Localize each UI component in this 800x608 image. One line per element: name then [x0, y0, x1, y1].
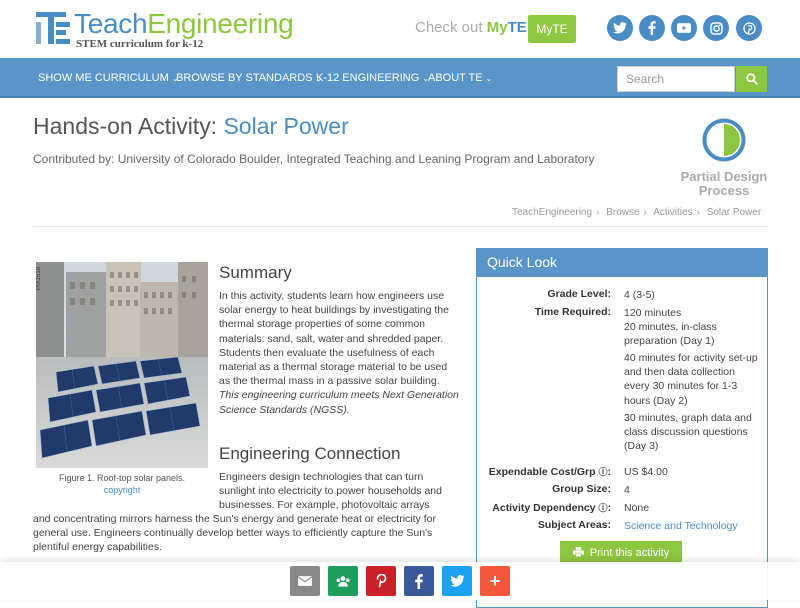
- facebook-share-icon[interactable]: [404, 566, 434, 596]
- figure-caption: Figure 1. Roof-top solar panels.: [58, 473, 186, 483]
- main-navigation: SHOW ME CURRICULUM ⌄ BROWSE BY STANDARDS ⌄…: [0, 58, 800, 98]
- logo-title: TeachEngineering: [74, 8, 294, 39]
- time-required-value-4: 30 minutes, graph data and class discuss…: [624, 412, 752, 453]
- breadcrumb-browse[interactable]: Browse: [606, 207, 639, 218]
- facebook-icon[interactable]: [639, 15, 665, 41]
- breadcrumb-teachengineering[interactable]: TeachEngineering: [512, 207, 592, 218]
- logo-subtitle: STEM curriculum for k-12: [76, 38, 204, 50]
- search-input[interactable]: [617, 66, 735, 92]
- engineering-connection-heading: Engineering Connection: [219, 444, 401, 463]
- twitter-icon[interactable]: [607, 15, 633, 41]
- myte-button[interactable]: MyTE: [528, 15, 576, 43]
- nav-about-te[interactable]: ABOUT TE ⌄: [428, 72, 492, 84]
- nav-k12-engineering[interactable]: K-12 ENGINEERING ⌄: [316, 72, 429, 84]
- breadcrumb-activities[interactable]: Activities: [653, 207, 692, 218]
- nav-browse-by-standards[interactable]: BROWSE BY STANDARDS ⌄: [176, 72, 322, 84]
- time-required-value-2: 20 minutes, in-class preparation (Day 1): [624, 321, 717, 348]
- quick-look-heading: Quick Look: [476, 248, 768, 277]
- page-title: Hands-on Activity: Solar Power: [33, 113, 349, 139]
- more-share-icon[interactable]: +: [480, 566, 510, 596]
- expendable-cost-value: US $4.00: [624, 466, 668, 478]
- info-icon[interactable]: ⓘ: [598, 467, 607, 477]
- site-header: TeachEngineering STEM curriculum for k-1…: [0, 0, 800, 58]
- summary-text: In this activity, students learn how eng…: [219, 289, 459, 417]
- pinterest-icon[interactable]: [736, 15, 762, 41]
- checkout-myte-text: Check out MyTE: [415, 19, 527, 36]
- nav-show-me-curriculum[interactable]: SHOW ME CURRICULUM ⌄: [38, 72, 178, 84]
- contributed-by: Contributed by: University of Colorado B…: [33, 152, 595, 166]
- engineering-text-part2: and concentrating mirrors harness the Su…: [33, 513, 436, 554]
- instagram-icon[interactable]: [703, 15, 729, 41]
- twitter-share-icon[interactable]: [442, 566, 472, 596]
- pinterest-share-icon[interactable]: [366, 566, 396, 596]
- summary-heading: Summary: [219, 263, 292, 282]
- group-size-label: Group Size:: [552, 483, 611, 495]
- design-process-label: Partial Design Process: [680, 169, 768, 198]
- rooftop-solar-panels-image: PIX1518: [36, 262, 208, 468]
- grade-level-label: Grade Level:: [547, 288, 611, 300]
- time-required-value-1: 120 minutes: [624, 307, 682, 319]
- ngss-note: This engineering curriculum meets Next G…: [219, 389, 459, 416]
- printer-icon: [572, 547, 584, 558]
- activity-dependency-value: None: [624, 502, 650, 514]
- google-classroom-share-icon[interactable]: [328, 566, 358, 596]
- engineering-text-part1: Engineers design technologies that can t…: [219, 471, 442, 512]
- time-required-value-3: 40 minutes for activity set-up and then …: [624, 352, 758, 407]
- summary-paragraph: In this activity, students learn how eng…: [219, 290, 449, 388]
- share-bar: [0, 562, 800, 600]
- subject-areas-label: Subject Areas:: [537, 519, 611, 531]
- breadcrumb: TeachEngineering › Browse › Activities › So…: [512, 207, 762, 218]
- search-icon: [745, 73, 758, 85]
- logo-mark-icon: [36, 12, 70, 46]
- expendable-cost-label: Expendable Cost/Grp ⓘ:: [488, 466, 611, 478]
- breadcrumb-current: Solar Power: [706, 207, 762, 218]
- grade-level-value: 4 (3-5): [624, 289, 655, 301]
- time-required-label: Time Required:: [534, 306, 611, 318]
- group-size-value: 4: [624, 484, 630, 496]
- search-button[interactable]: [736, 66, 767, 92]
- divider: [33, 226, 768, 227]
- subject-areas-link[interactable]: Science and Technology: [624, 519, 759, 533]
- figure-tag: PIX1518: [36, 266, 42, 290]
- email-share-icon[interactable]: [290, 566, 320, 596]
- chevron-down-icon: ⌄: [485, 74, 493, 83]
- partial-design-process-icon[interactable]: [702, 118, 746, 167]
- activity-dependency-label: Activity Dependency ⓘ:: [492, 502, 611, 514]
- copyright-link[interactable]: copyright: [36, 485, 208, 495]
- info-icon[interactable]: ⓘ: [598, 503, 607, 513]
- youtube-icon[interactable]: [671, 15, 697, 41]
